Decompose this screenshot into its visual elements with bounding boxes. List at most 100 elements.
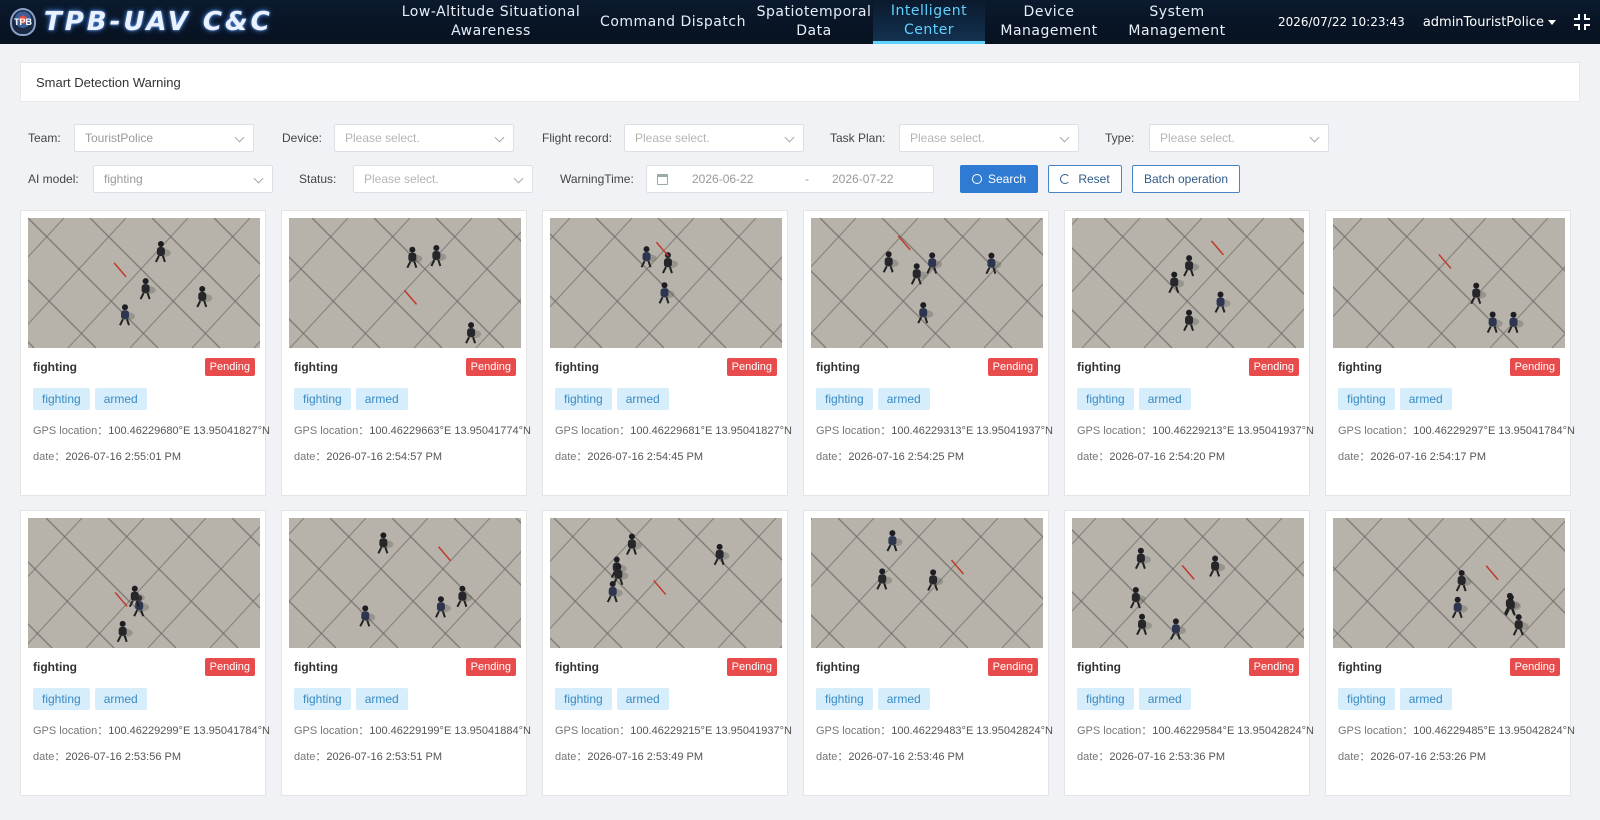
date-row: date：2026-07-16 2:54:25 PM [811, 448, 1041, 464]
card-title: fighting [1338, 360, 1382, 374]
chevron-down-icon [1059, 132, 1070, 143]
date-label: date： [816, 751, 849, 763]
warning-time-range[interactable]: 2026-06-22 - 2026-07-22 [646, 165, 934, 193]
card-title: fighting [294, 660, 338, 674]
card-title: fighting [816, 360, 860, 374]
gps-label: GPS location： [816, 425, 892, 437]
warning-card[interactable]: fighting Pending fighting armed GPS location… [281, 210, 531, 496]
date-value: 2026-07-16 2:54:25 PM [848, 451, 965, 463]
tag-fighting: fighting [294, 688, 351, 710]
gps-label: GPS location： [1338, 725, 1414, 737]
range-end[interactable]: 2026-07-22 [832, 172, 893, 186]
device-select[interactable]: Please select. [334, 124, 514, 152]
status-select-placeholder: Please select. [364, 172, 439, 186]
date-value: 2026-07-16 2:54:57 PM [326, 451, 443, 463]
detection-thumbnail[interactable] [1072, 518, 1304, 648]
warning-card[interactable]: fighting Pending fighting armed GPS location… [803, 210, 1053, 496]
date-row: date：2026-07-16 2:53:46 PM [811, 748, 1041, 764]
flight-record-select-placeholder: Please select. [635, 131, 710, 145]
date-label: date： [33, 451, 66, 463]
task-plan-select[interactable]: Please select. [899, 124, 1079, 152]
card-header: fighting Pending [1333, 357, 1563, 377]
device-label: Device: [282, 131, 323, 145]
detection-thumbnail[interactable] [289, 518, 521, 648]
flight-record-select[interactable]: Please select. [624, 124, 804, 152]
card-header: fighting Pending [28, 657, 258, 677]
ai-model-select-value: fighting [104, 172, 143, 186]
top-right-area: 2026/07/22 10:23:43 adminTouristPolice [1278, 0, 1590, 44]
detection-thumbnail[interactable] [1072, 218, 1304, 348]
detection-thumbnail[interactable] [811, 218, 1043, 348]
warning-card[interactable]: fighting Pending fighting armed GPS location… [1325, 510, 1575, 796]
warning-card[interactable]: fighting Pending fighting armed GPS location… [803, 510, 1053, 796]
nav-command-dispatch[interactable]: Command Dispatch [582, 0, 764, 44]
nav-system-management[interactable]: System Management [1113, 0, 1241, 44]
app-logo[interactable]: TPB TPB-UAV C&C [0, 7, 400, 37]
search-button[interactable]: Search [960, 165, 1038, 193]
status-badge: Pending [204, 658, 255, 676]
tag-armed: armed [616, 688, 669, 710]
reset-button[interactable]: Reset [1048, 165, 1122, 193]
nav-intelligent-center[interactable]: Intelligent Center [873, 0, 985, 44]
warning-card[interactable]: fighting Pending fighting armed GPS location… [20, 510, 270, 796]
status-badge: Pending [726, 658, 777, 676]
warning-card[interactable]: fighting Pending fighting armed GPS location… [1325, 210, 1575, 496]
range-separator: - [805, 172, 809, 186]
detection-thumbnail[interactable] [1333, 518, 1565, 648]
user-menu[interactable]: adminTouristPolice [1423, 15, 1556, 30]
search-button-label: Search [987, 172, 1027, 186]
detection-thumbnail[interactable] [28, 218, 260, 348]
detection-thumbnail[interactable] [550, 518, 782, 648]
type-select[interactable]: Please select. [1149, 124, 1329, 152]
date-value: 2026-07-16 2:53:36 PM [1109, 751, 1226, 763]
nav-low-altitude-awareness[interactable]: Low-Altitude Situational Awareness [400, 0, 582, 44]
detection-thumbnail[interactable] [1333, 218, 1565, 348]
warning-card[interactable]: fighting Pending fighting armed GPS location… [1064, 210, 1314, 496]
detection-thumbnail[interactable] [289, 218, 521, 348]
status-select[interactable]: Please select. [353, 165, 533, 193]
nav-spatiotemporal-data[interactable]: Spatiotemporal Data [757, 0, 871, 44]
date-label: date： [1338, 451, 1371, 463]
chevron-down-icon [784, 132, 795, 143]
card-header: fighting Pending [550, 357, 780, 377]
date-value: 2026-07-16 2:53:46 PM [848, 751, 965, 763]
tag-armed: armed [94, 388, 147, 410]
gps-row: GPS location：100.46229213°E 13.95041937°… [1072, 422, 1314, 438]
gps-value: 100.46229213°E 13.95041937°N [1152, 425, 1314, 437]
gps-row: GPS location：100.46229485°E 13.95042824°… [1333, 722, 1575, 738]
main-nav: Low-Altitude Situational Awareness Comma… [400, 0, 1241, 44]
status-badge: Pending [1248, 358, 1299, 376]
warning-card[interactable]: fighting Pending fighting armed GPS location… [20, 210, 270, 496]
warning-card[interactable]: fighting Pending fighting armed GPS location… [1064, 510, 1314, 796]
gps-value: 100.46229485°E 13.95042824°N [1413, 725, 1575, 737]
warning-card[interactable]: fighting Pending fighting armed GPS location… [281, 510, 531, 796]
tag-list: fighting armed [289, 388, 519, 410]
gps-value: 100.46229680°E 13.95041827°N [108, 425, 270, 437]
detection-thumbnail[interactable] [811, 518, 1043, 648]
status-badge: Pending [726, 358, 777, 376]
refresh-icon [1060, 174, 1071, 184]
card-title: fighting [294, 360, 338, 374]
nav-device-management[interactable]: Device Management [985, 0, 1113, 44]
warning-card[interactable]: fighting Pending fighting armed GPS location… [542, 210, 792, 496]
tag-list: fighting armed [28, 688, 258, 710]
card-header: fighting Pending [811, 657, 1041, 677]
detection-thumbnail[interactable] [28, 518, 260, 648]
fullscreen-toggle-icon[interactable] [1574, 14, 1590, 30]
caret-down-icon [1548, 19, 1556, 25]
ai-model-select[interactable]: fighting [93, 165, 273, 193]
tag-list: fighting armed [1333, 388, 1563, 410]
gps-row: GPS location：100.46229215°E 13.95041937°… [550, 722, 792, 738]
range-start[interactable]: 2026-06-22 [692, 172, 782, 186]
date-label: date： [555, 751, 588, 763]
type-label: Type: [1105, 131, 1135, 145]
batch-operation-button[interactable]: Batch operation [1132, 165, 1240, 193]
tag-fighting: fighting [33, 688, 90, 710]
detection-thumbnail[interactable] [550, 218, 782, 348]
status-badge: Pending [465, 658, 516, 676]
warning-card[interactable]: fighting Pending fighting armed GPS location… [542, 510, 792, 796]
team-select[interactable]: TouristPolice [74, 124, 254, 152]
gps-label: GPS location： [1338, 425, 1414, 437]
date-label: date： [294, 451, 327, 463]
gps-value: 100.46229313°E 13.95041937°N [891, 425, 1053, 437]
